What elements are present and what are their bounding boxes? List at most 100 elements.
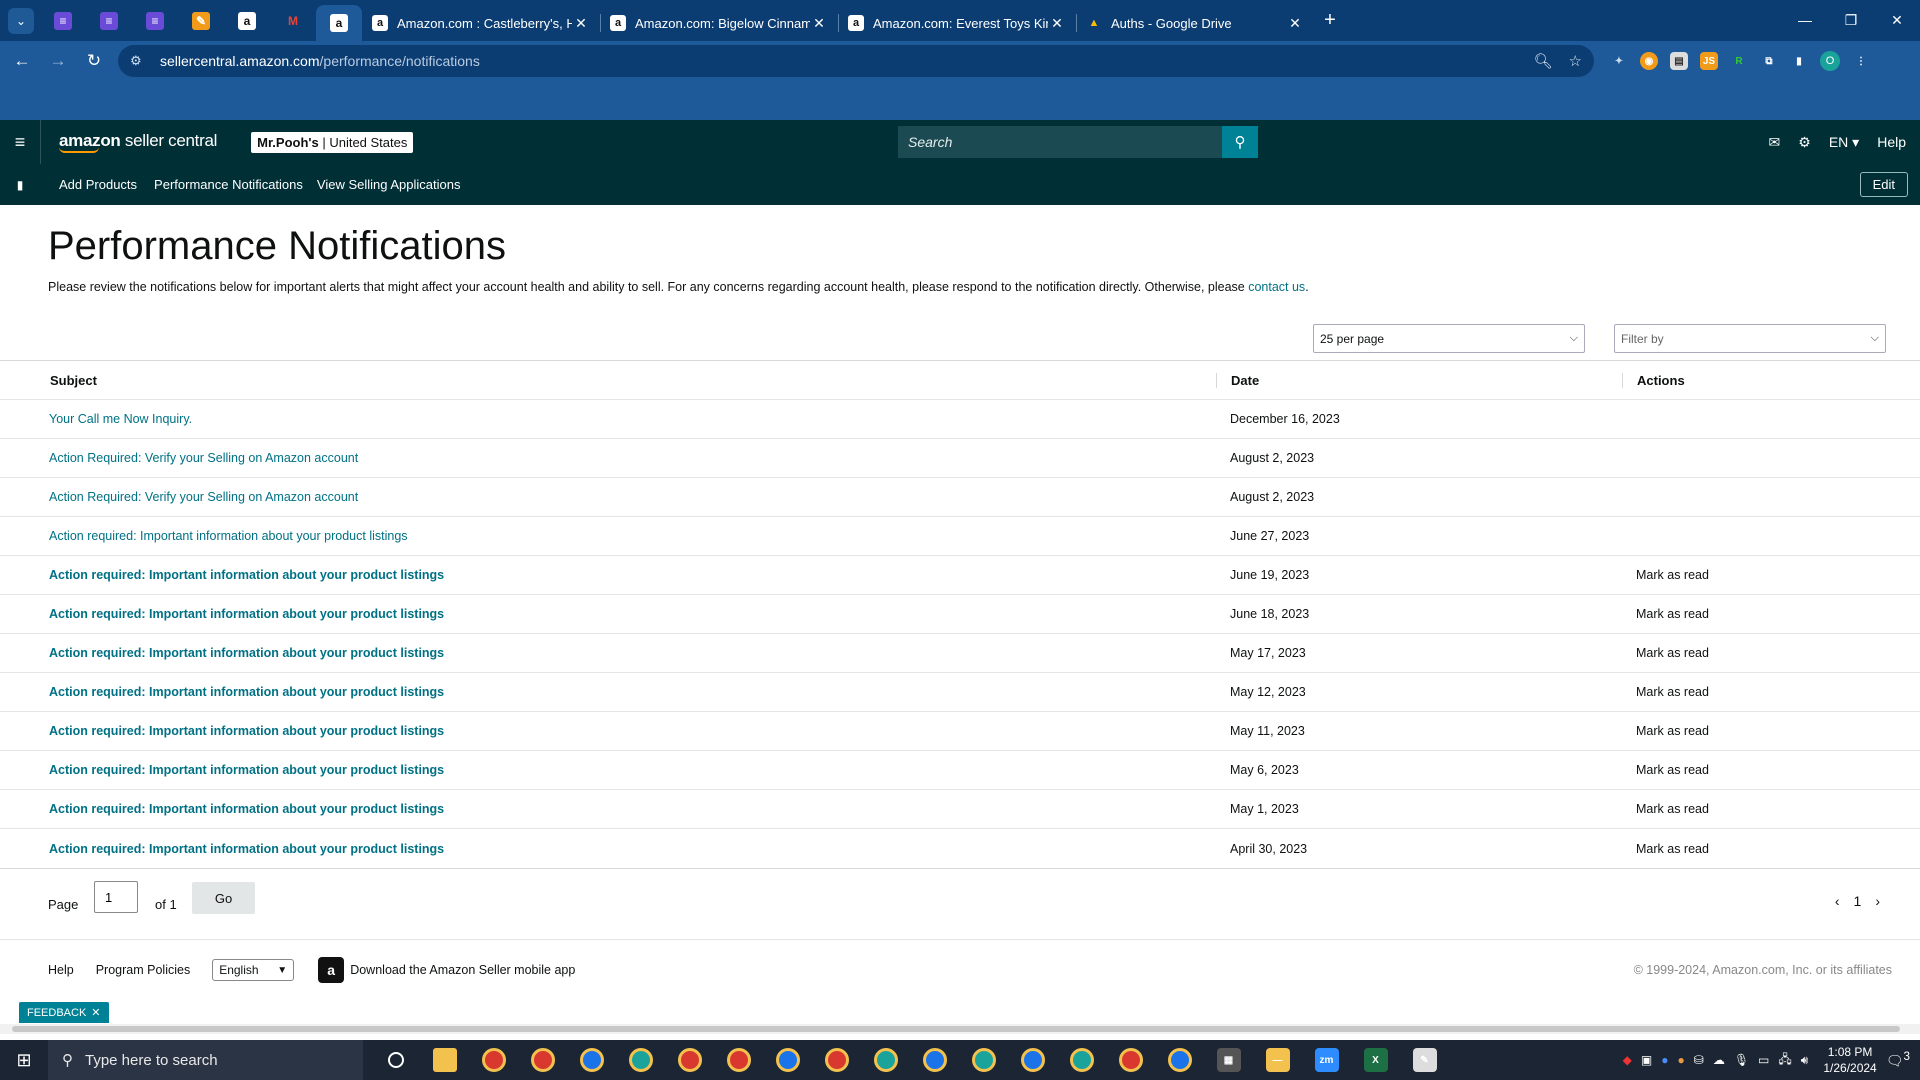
mark-as-read-action[interactable]: Mark as read [1622, 724, 1709, 738]
chrome-profile-icon[interactable] [1008, 1040, 1057, 1080]
column-header-date[interactable]: Date [1216, 372, 1622, 388]
pinned-tab[interactable]: ✎ [178, 0, 224, 41]
chrome-profile-icon[interactable] [1155, 1040, 1204, 1080]
mark-as-read-action[interactable]: Mark as read [1622, 685, 1709, 699]
notification-subject-link[interactable]: Action required: Important information a… [49, 842, 444, 856]
excel-icon[interactable]: X [1351, 1040, 1400, 1080]
footer-program-policies-link[interactable]: Program Policies [96, 963, 190, 977]
mark-as-read-action[interactable]: Mark as read [1622, 802, 1709, 816]
windows-start-icon[interactable]: ⊞ [0, 1050, 48, 1071]
mark-as-read-action[interactable]: Mark as read [1622, 646, 1709, 660]
pdf-icon[interactable]: ◆ [1623, 1053, 1632, 1067]
footer-help-link[interactable]: Help [48, 963, 74, 977]
feedback-button[interactable]: FEEDBACK ✕ [19, 1002, 109, 1023]
nav-link-add-products[interactable]: Add Products [59, 177, 137, 192]
reload-icon[interactable]: ↻ [76, 51, 112, 71]
drive-icon[interactable]: ⛁ [1694, 1053, 1704, 1067]
app-icon[interactable]: — [1253, 1040, 1302, 1080]
chrome-profile-icon[interactable] [812, 1040, 861, 1080]
extension-icon[interactable]: R [1730, 52, 1748, 70]
chrome-tray-icon[interactable]: ● [1678, 1053, 1685, 1067]
taskbar-clock[interactable]: 1:08 PM 1/26/2024 [1823, 1044, 1876, 1076]
notification-subject-link[interactable]: Action required: Important information a… [49, 802, 444, 816]
pinned-tab[interactable]: ≡ [132, 0, 178, 41]
notification-subject-link[interactable]: Action Required: Verify your Selling on … [49, 451, 358, 465]
extension-icon[interactable]: JS [1700, 52, 1718, 70]
language-selector[interactable]: EN ▾ [1829, 134, 1859, 151]
mark-as-read-action[interactable]: Mark as read [1622, 607, 1709, 621]
notification-subject-link[interactable]: Action required: Important information a… [49, 646, 444, 660]
close-icon[interactable]: ✕ [91, 1006, 100, 1019]
hamburger-menu-icon[interactable]: ≡ [0, 132, 40, 153]
notification-subject-link[interactable]: Action required: Important information a… [49, 763, 444, 777]
extension-icon[interactable]: ▤ [1670, 52, 1688, 70]
page-number-input[interactable] [94, 881, 138, 913]
extensions-puzzle-icon[interactable]: ⧉ [1760, 52, 1778, 70]
notification-subject-link[interactable]: Action required: Important information a… [49, 685, 444, 699]
tray-icon[interactable]: ▣ [1641, 1053, 1652, 1067]
close-icon[interactable]: ✕ [572, 15, 590, 32]
taskbar-search[interactable]: ⚲ Type here to search [48, 1040, 363, 1080]
current-page-number[interactable]: 1 [1854, 893, 1862, 909]
notification-subject-link[interactable]: Your Call me Now Inquiry. [49, 412, 192, 426]
mark-as-read-action[interactable]: Mark as read [1622, 568, 1709, 582]
network-icon[interactable]: 🖧︎ [1778, 1050, 1791, 1071]
browser-tab[interactable]: a Amazon.com: Bigelow Cinnamo ✕ [600, 5, 838, 41]
tab-search-icon[interactable]: ⌄ [8, 7, 34, 34]
download-app-link[interactable]: Download the Amazon Seller mobile app [350, 963, 575, 977]
site-info-icon[interactable]: ⚙ [130, 53, 150, 69]
browser-tab[interactable]: a Amazon.com : Castleberry's, Ho ✕ [362, 5, 600, 41]
store-switcher[interactable]: Mr.Pooh's | United States [251, 131, 414, 153]
zoom-tray-icon[interactable]: ● [1661, 1053, 1668, 1067]
close-icon[interactable]: ✕ [1048, 15, 1066, 32]
chrome-profile-icon[interactable] [469, 1040, 518, 1080]
nav-link-performance-notifications[interactable]: Performance Notifications [154, 177, 303, 192]
browser-tab[interactable]: a Amazon.com: Everest Toys King ✕ [838, 5, 1076, 41]
calculator-icon[interactable]: ▦ [1204, 1040, 1253, 1080]
go-button[interactable]: Go [192, 882, 255, 914]
speaker-icon[interactable]: 🔊︎ [1801, 1053, 1809, 1068]
notification-center-icon[interactable]: 🗨︎3 [1886, 1050, 1910, 1070]
minimize-icon[interactable]: — [1782, 12, 1828, 29]
chrome-profile-icon[interactable] [959, 1040, 1008, 1080]
chrome-profile-icon[interactable] [763, 1040, 812, 1080]
camera-icon[interactable]: ▭ [1758, 1053, 1769, 1067]
chevron-left-icon[interactable]: ‹ [1835, 893, 1840, 909]
bookmark-star-icon[interactable]: ☆ [1569, 52, 1582, 70]
search-icon[interactable]: ⚲ [1222, 126, 1258, 158]
chrome-profile-icon[interactable] [518, 1040, 567, 1080]
side-panel-icon[interactable]: ▮ [1790, 52, 1808, 70]
zoom-icon[interactable]: 🔍︎ [1534, 52, 1553, 70]
contact-us-link[interactable]: contact us [1248, 280, 1305, 294]
horizontal-scrollbar[interactable] [0, 1024, 1920, 1034]
close-window-icon[interactable]: ✕ [1874, 12, 1920, 29]
bookmark-icon[interactable]: ▮ [0, 178, 40, 192]
microphone-icon[interactable]: 🎙︎ [1734, 1053, 1749, 1067]
notification-subject-link[interactable]: Action required: Important information a… [49, 568, 444, 582]
zoom-icon[interactable]: zm [1302, 1040, 1351, 1080]
seller-central-logo[interactable]: amazon seller central [40, 120, 217, 164]
mail-icon[interactable]: ✉ [1769, 134, 1781, 151]
chrome-profile-icon[interactable] [714, 1040, 763, 1080]
close-icon[interactable]: ✕ [1286, 15, 1304, 32]
nav-link-view-selling-applications[interactable]: View Selling Applications [317, 177, 461, 192]
mark-as-read-action[interactable]: Mark as read [1622, 763, 1709, 777]
chrome-profile-icon[interactable] [665, 1040, 714, 1080]
extension-icon[interactable]: ✦ [1610, 52, 1628, 70]
cloud-icon[interactable]: ☁ [1713, 1053, 1725, 1067]
pinned-tab[interactable]: ≡ [40, 0, 86, 41]
footer-language-select[interactable]: English ▼ [212, 959, 295, 981]
chrome-profile-icon[interactable] [861, 1040, 910, 1080]
scrollbar-thumb[interactable] [12, 1026, 1900, 1032]
chrome-profile-icon[interactable] [1106, 1040, 1155, 1080]
pinned-tab[interactable]: M [270, 0, 316, 41]
chrome-profile-icon[interactable] [1057, 1040, 1106, 1080]
menu-kebab-icon[interactable]: ⋮ [1852, 52, 1870, 70]
paint-icon[interactable]: ✎ [1400, 1040, 1449, 1080]
amazon-app-icon[interactable]: a [318, 957, 345, 983]
notification-subject-link[interactable]: Action required: Important information a… [49, 529, 408, 543]
filter-select[interactable]: Filter by ⌵ [1614, 324, 1886, 353]
chrome-profile-icon[interactable] [910, 1040, 959, 1080]
restore-icon[interactable]: ❐ [1828, 12, 1874, 29]
extension-icon[interactable]: ◉ [1640, 52, 1658, 70]
